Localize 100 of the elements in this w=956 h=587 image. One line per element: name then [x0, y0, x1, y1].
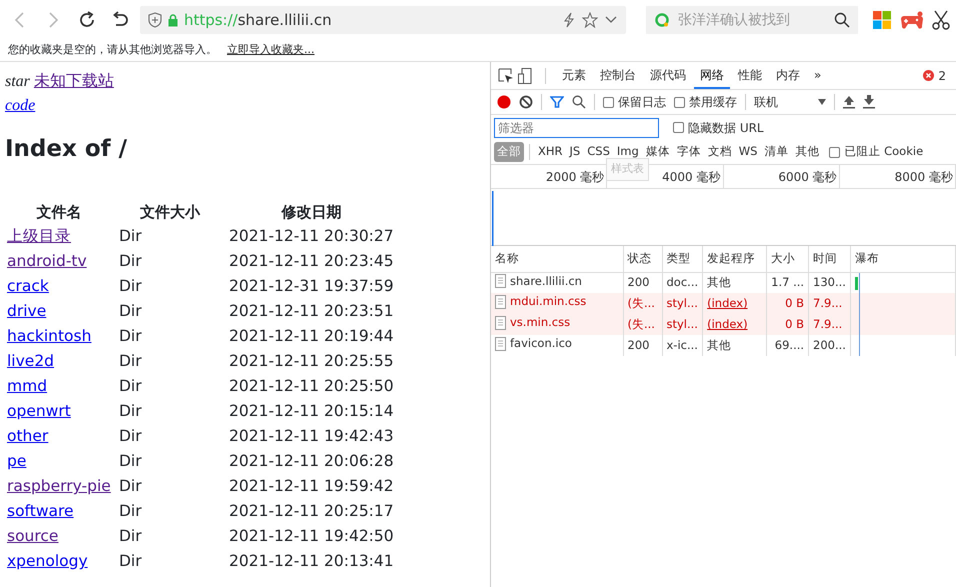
ring-icon [654, 12, 670, 28]
devtools-tab[interactable]: 性能 [732, 62, 768, 89]
size-cell: 0 B [766, 314, 809, 336]
filter-icon[interactable] [550, 95, 564, 109]
filter-field[interactable]: 筛选器 [494, 118, 659, 138]
date-cell-text: 2021-12-11 20:13:41 [228, 551, 395, 572]
size-cell-text: Dir [118, 251, 143, 272]
column-header: 名称 [491, 246, 623, 272]
search-bar[interactable]: 张洋洋确认被找到 [646, 6, 858, 34]
file-icon [495, 295, 506, 310]
code-link[interactable]: code [5, 97, 36, 114]
folder-link[interactable]: other [7, 427, 48, 446]
request-name[interactable]: share.llilii.cn [495, 272, 582, 290]
disable-cache-checkbox[interactable]: 禁用缓存 [674, 93, 737, 111]
chevron-down-icon[interactable] [604, 15, 618, 25]
type-filter[interactable]: XHR [535, 142, 566, 162]
record-icon[interactable] [497, 95, 511, 109]
folder-link[interactable]: openwrt [7, 402, 71, 420]
folder-link[interactable]: 上级目录 [7, 227, 71, 246]
column-header: 文件名 [36, 202, 82, 224]
scissors-icon[interactable] [932, 10, 950, 30]
star-icon[interactable] [582, 12, 598, 28]
size-cell-text: Dir [118, 351, 143, 372]
type-filter[interactable]: 清单 [761, 142, 792, 162]
devtools-tab[interactable]: 内存 [770, 62, 806, 89]
search-icon[interactable] [834, 12, 850, 28]
folder-link[interactable]: software [7, 502, 74, 520]
size-cell-text: Dir [118, 501, 143, 522]
date-cell-text: 2021-12-11 20:25:55 [228, 351, 395, 372]
hide-data-urls-checkbox[interactable]: 隐藏数据 URL [673, 118, 764, 136]
url-text: https://share.llilii.cn [184, 10, 332, 31]
blocked-cookies-checkbox[interactable]: 已阻止 Cookie [829, 143, 924, 161]
column-header: 状态 [623, 246, 662, 272]
search-field[interactable]: 张洋洋确认被找到 [676, 8, 828, 32]
tooltip: 样式表 [606, 158, 649, 180]
devtools-tab[interactable]: 源代码 [644, 62, 692, 89]
size-cell-text: Dir [118, 376, 143, 398]
throttle-dropdown[interactable]: 联机 [754, 93, 826, 111]
error-counter[interactable]: 2 [923, 66, 946, 84]
size-cell-text: Dir [118, 226, 143, 248]
type-filter[interactable]: 其他 [792, 142, 822, 162]
size-cell-text: Dir [118, 326, 143, 348]
folder-link[interactable]: raspberry-pie [7, 477, 111, 496]
waterfall-bar [854, 276, 858, 290]
date-cell-text: 2021-12-11 20:19:44 [228, 326, 395, 348]
column-header: 文件大小 [139, 202, 202, 224]
devtools-tab[interactable]: 控制台 [594, 62, 642, 89]
date-cell-text: 2021-12-11 19:59:42 [228, 476, 395, 498]
column-header: 时间 [808, 246, 850, 272]
lock-icon [168, 14, 178, 26]
folder-link[interactable]: drive [7, 302, 46, 320]
upload-icon[interactable] [843, 95, 855, 109]
column-header: 发起程序 [702, 246, 767, 272]
size-cell-text: Dir [118, 301, 143, 322]
inspect-icon[interactable] [497, 66, 515, 84]
lightning-icon[interactable] [562, 12, 576, 28]
gamepad-icon[interactable] [900, 10, 924, 30]
date-cell-text: 2021-12-11 19:42:43 [228, 426, 395, 448]
clear-icon[interactable] [519, 95, 533, 109]
preserve-log-checkbox[interactable]: 保留日志 [603, 93, 666, 111]
file-icon [495, 316, 506, 330]
import-bookmarks-link[interactable]: 立即导入收藏夹... [227, 42, 314, 59]
download-icon[interactable] [863, 95, 875, 109]
folder-link[interactable]: mmd [7, 377, 48, 396]
folder-link[interactable]: crack [7, 277, 49, 296]
page-heading: Index of / [5, 135, 128, 164]
address-bar[interactable]: https://share.llilii.cn [140, 6, 626, 34]
size-cell-text: Dir [118, 426, 143, 448]
error-icon [923, 70, 934, 81]
folder-link[interactable]: android-tv [7, 252, 87, 270]
size-cell-text: Dir [118, 526, 143, 548]
folder-link[interactable]: pe [7, 452, 26, 470]
type-cell: x-ic... [662, 335, 703, 356]
initiator-text: 其他 [707, 338, 732, 352]
type-filter[interactable]: 字体 [674, 142, 704, 162]
devtools-tab[interactable]: 元素 [556, 62, 592, 89]
folder-link[interactable]: xpenology [7, 552, 88, 570]
type-filter[interactable]: JS [566, 142, 584, 162]
size-cell-text: Dir [118, 551, 143, 572]
more-tabs-button[interactable]: » [808, 62, 828, 89]
type-cell: styl... [662, 293, 703, 314]
folder-link[interactable]: source [7, 527, 58, 546]
column-header: 大小 [766, 246, 809, 272]
site-link[interactable]: 未知下载站 [34, 73, 114, 90]
shield-icon [148, 12, 162, 28]
folder-link[interactable]: live2d [7, 352, 54, 370]
status-cell: (失... [623, 314, 662, 336]
request-name[interactable]: favicon.ico [495, 335, 572, 353]
apps-grid-icon[interactable] [872, 10, 892, 30]
search-icon[interactable] [572, 95, 586, 109]
type-filter[interactable]: WS [736, 142, 760, 162]
column-header: 类型 [662, 246, 703, 272]
date-cell-text: 2021-12-31 19:37:59 [228, 276, 395, 298]
timeline-tick: 2000 毫秒 [491, 165, 608, 188]
devtools-tab[interactable]: 网络 [694, 62, 730, 89]
intro-text: star [5, 73, 30, 90]
folder-link[interactable]: hackintosh [7, 327, 92, 346]
type-filter[interactable]: 文档 [704, 142, 735, 162]
initiator-text: 其他 [707, 275, 732, 290]
type-cell: styl... [662, 314, 703, 336]
